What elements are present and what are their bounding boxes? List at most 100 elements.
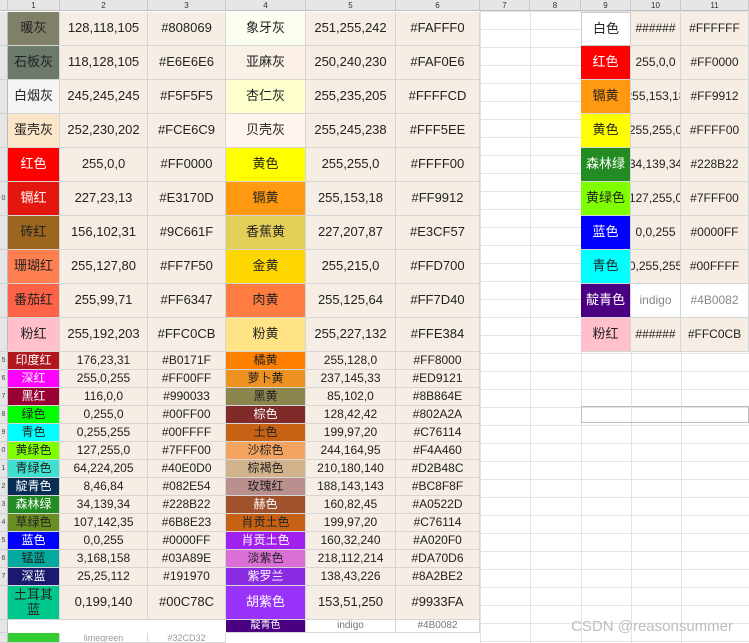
rgb-value-cell[interactable]: 199,97,20 <box>306 424 396 442</box>
rgb-value-cell[interactable]: 8,46,84 <box>60 478 148 496</box>
hex-value-cell[interactable]: #FF00FF <box>148 370 226 388</box>
hex-value-cell[interactable]: #A0522D <box>396 496 480 514</box>
color-name-cell[interactable]: 香蕉黄 <box>226 216 306 250</box>
rgb-value-cell[interactable]: 250,240,230 <box>306 46 396 80</box>
hex-value-cell[interactable]: #FF8000 <box>396 352 480 370</box>
color-name-cell[interactable]: 珊瑚红 <box>8 250 60 284</box>
color-name-cell[interactable]: 萝卜黄 <box>226 370 306 388</box>
rgb-value-cell[interactable]: 255,153,18 <box>306 182 396 216</box>
column-header[interactable]: 10 <box>631 0 681 11</box>
row-header[interactable]: 7 <box>0 568 8 586</box>
hex-value-cell[interactable]: #0000FF <box>681 216 749 250</box>
hex-value-cell[interactable]: #00C78C <box>148 586 226 620</box>
row-header[interactable]: 4 <box>0 514 8 532</box>
color-name-cell[interactable]: 沙棕色 <box>226 442 306 460</box>
hex-value-cell[interactable]: #6B8E23 <box>148 514 226 532</box>
rgb-value-cell[interactable]: 255,125,64 <box>306 284 396 318</box>
row-header[interactable]: 1 <box>0 460 8 478</box>
hex-value-cell[interactable]: #BC8F8F <box>396 478 480 496</box>
color-name-cell[interactable]: 肖贡土色 <box>226 514 306 532</box>
row-header[interactable]: 8 <box>0 406 8 424</box>
hex-value-cell[interactable]: #E3CF57 <box>396 216 480 250</box>
color-name-cell[interactable]: 暖灰 <box>8 12 60 46</box>
color-name-cell[interactable]: 靛青色 <box>8 478 60 496</box>
rgb-value-cell[interactable]: limegreen <box>60 633 148 643</box>
hex-value-cell[interactable]: #C76114 <box>396 514 480 532</box>
rgb-value-cell[interactable]: 255,192,203 <box>60 318 148 352</box>
rgb-value-cell[interactable]: 85,102,0 <box>306 388 396 406</box>
hex-value-cell[interactable]: #ED9121 <box>396 370 480 388</box>
color-name-cell[interactable]: 土耳其蓝 <box>8 586 60 620</box>
color-name-cell[interactable]: 绿色 <box>8 406 60 424</box>
color-name-cell[interactable]: 镉黄 <box>581 80 631 114</box>
rgb-value-cell[interactable]: 176,23,31 <box>60 352 148 370</box>
row-header[interactable]: 0 <box>0 442 8 460</box>
hex-value-cell[interactable]: #808069 <box>148 12 226 46</box>
hex-value-cell[interactable]: #E3170D <box>148 182 226 216</box>
rgb-value-cell[interactable]: 252,230,202 <box>60 114 148 148</box>
color-name-cell[interactable]: 杏仁灰 <box>226 80 306 114</box>
hex-value-cell[interactable]: #7FFF00 <box>148 442 226 460</box>
selected-range[interactable] <box>581 406 749 423</box>
hex-value-cell[interactable]: #00FF00 <box>148 406 226 424</box>
color-name-cell[interactable]: 土色 <box>226 424 306 442</box>
color-name-cell[interactable]: 红色 <box>581 46 631 80</box>
hex-value-cell[interactable]: #4B0082 <box>681 284 749 318</box>
column-header[interactable]: 8 <box>530 0 581 11</box>
hex-value-cell[interactable]: #7FFF00 <box>681 182 749 216</box>
hex-value-cell[interactable]: #03A89E <box>148 550 226 568</box>
rgb-value-cell[interactable]: ###### <box>631 318 681 352</box>
rgb-value-cell[interactable]: 128,42,42 <box>306 406 396 424</box>
color-name-cell[interactable]: 赫色 <box>226 496 306 514</box>
rgb-value-cell[interactable]: 0,0,255 <box>60 532 148 550</box>
hex-value-cell[interactable]: #FAF0E6 <box>396 46 480 80</box>
color-name-cell[interactable]: 黄色 <box>226 148 306 182</box>
rgb-value-cell[interactable]: 64,224,205 <box>60 460 148 478</box>
rgb-value-cell[interactable]: 188,143,143 <box>306 478 396 496</box>
rgb-value-cell[interactable]: 255,215,0 <box>306 250 396 284</box>
color-name-cell[interactable]: 印度红 <box>8 352 60 370</box>
rgb-value-cell[interactable]: 237,145,33 <box>306 370 396 388</box>
color-name-cell[interactable]: 番茄红 <box>8 284 60 318</box>
rgb-value-cell[interactable]: 0,0,255 <box>631 216 681 250</box>
color-name-cell[interactable]: 粉黄 <box>226 318 306 352</box>
hex-value-cell[interactable]: #8B864E <box>396 388 480 406</box>
hex-value-cell[interactable]: #FF9912 <box>681 80 749 114</box>
color-name-cell[interactable]: 肖贡土色 <box>226 532 306 550</box>
rgb-value-cell[interactable]: 0,199,140 <box>60 586 148 620</box>
color-name-cell[interactable]: 砖红 <box>8 216 60 250</box>
color-name-cell[interactable]: 黄绿色 <box>8 442 60 460</box>
column-header[interactable]: 1 <box>8 0 60 11</box>
color-name-cell[interactable]: 胡紫色 <box>226 586 306 620</box>
row-header[interactable] <box>0 80 8 114</box>
rgb-value-cell[interactable]: 255,153,18 <box>631 80 681 114</box>
rgb-value-cell[interactable]: 118,128,105 <box>60 46 148 80</box>
rgb-value-cell[interactable]: 245,245,245 <box>60 80 148 114</box>
rgb-value-cell[interactable]: 153,51,250 <box>306 586 396 620</box>
color-name-cell[interactable]: 黄绿色 <box>581 182 631 216</box>
row-header[interactable]: 6 <box>0 550 8 568</box>
column-header[interactable]: 7 <box>480 0 530 11</box>
row-header[interactable]: 6 <box>0 370 8 388</box>
hex-value-cell[interactable]: #00FFFF <box>681 250 749 284</box>
rgb-value-cell[interactable]: 3,168,158 <box>60 550 148 568</box>
rgb-value-cell[interactable]: 0,255,0 <box>60 406 148 424</box>
rgb-value-cell[interactable]: 255,255,0 <box>306 148 396 182</box>
column-header[interactable]: 6 <box>396 0 480 11</box>
rgb-value-cell[interactable]: 160,32,240 <box>306 532 396 550</box>
rgb-value-cell[interactable]: 255,227,132 <box>306 318 396 352</box>
row-header[interactable] <box>0 620 8 633</box>
row-header[interactable]: 5 <box>0 352 8 370</box>
color-name-cell[interactable]: 橘黄 <box>226 352 306 370</box>
hex-value-cell[interactable]: #F4A460 <box>396 442 480 460</box>
row-header[interactable] <box>0 46 8 80</box>
color-name-cell[interactable]: 靛青色 <box>226 620 306 633</box>
row-header[interactable] <box>0 216 8 250</box>
hex-value-cell[interactable]: #228B22 <box>681 148 749 182</box>
color-name-cell[interactable]: 黑红 <box>8 388 60 406</box>
rgb-value-cell[interactable]: 255,128,0 <box>306 352 396 370</box>
rgb-value-cell[interactable]: 218,112,214 <box>306 550 396 568</box>
rgb-value-cell[interactable]: 255,245,238 <box>306 114 396 148</box>
rgb-value-cell[interactable]: 255,255,0 <box>631 114 681 148</box>
color-name-cell[interactable]: 森林绿 <box>8 496 60 514</box>
